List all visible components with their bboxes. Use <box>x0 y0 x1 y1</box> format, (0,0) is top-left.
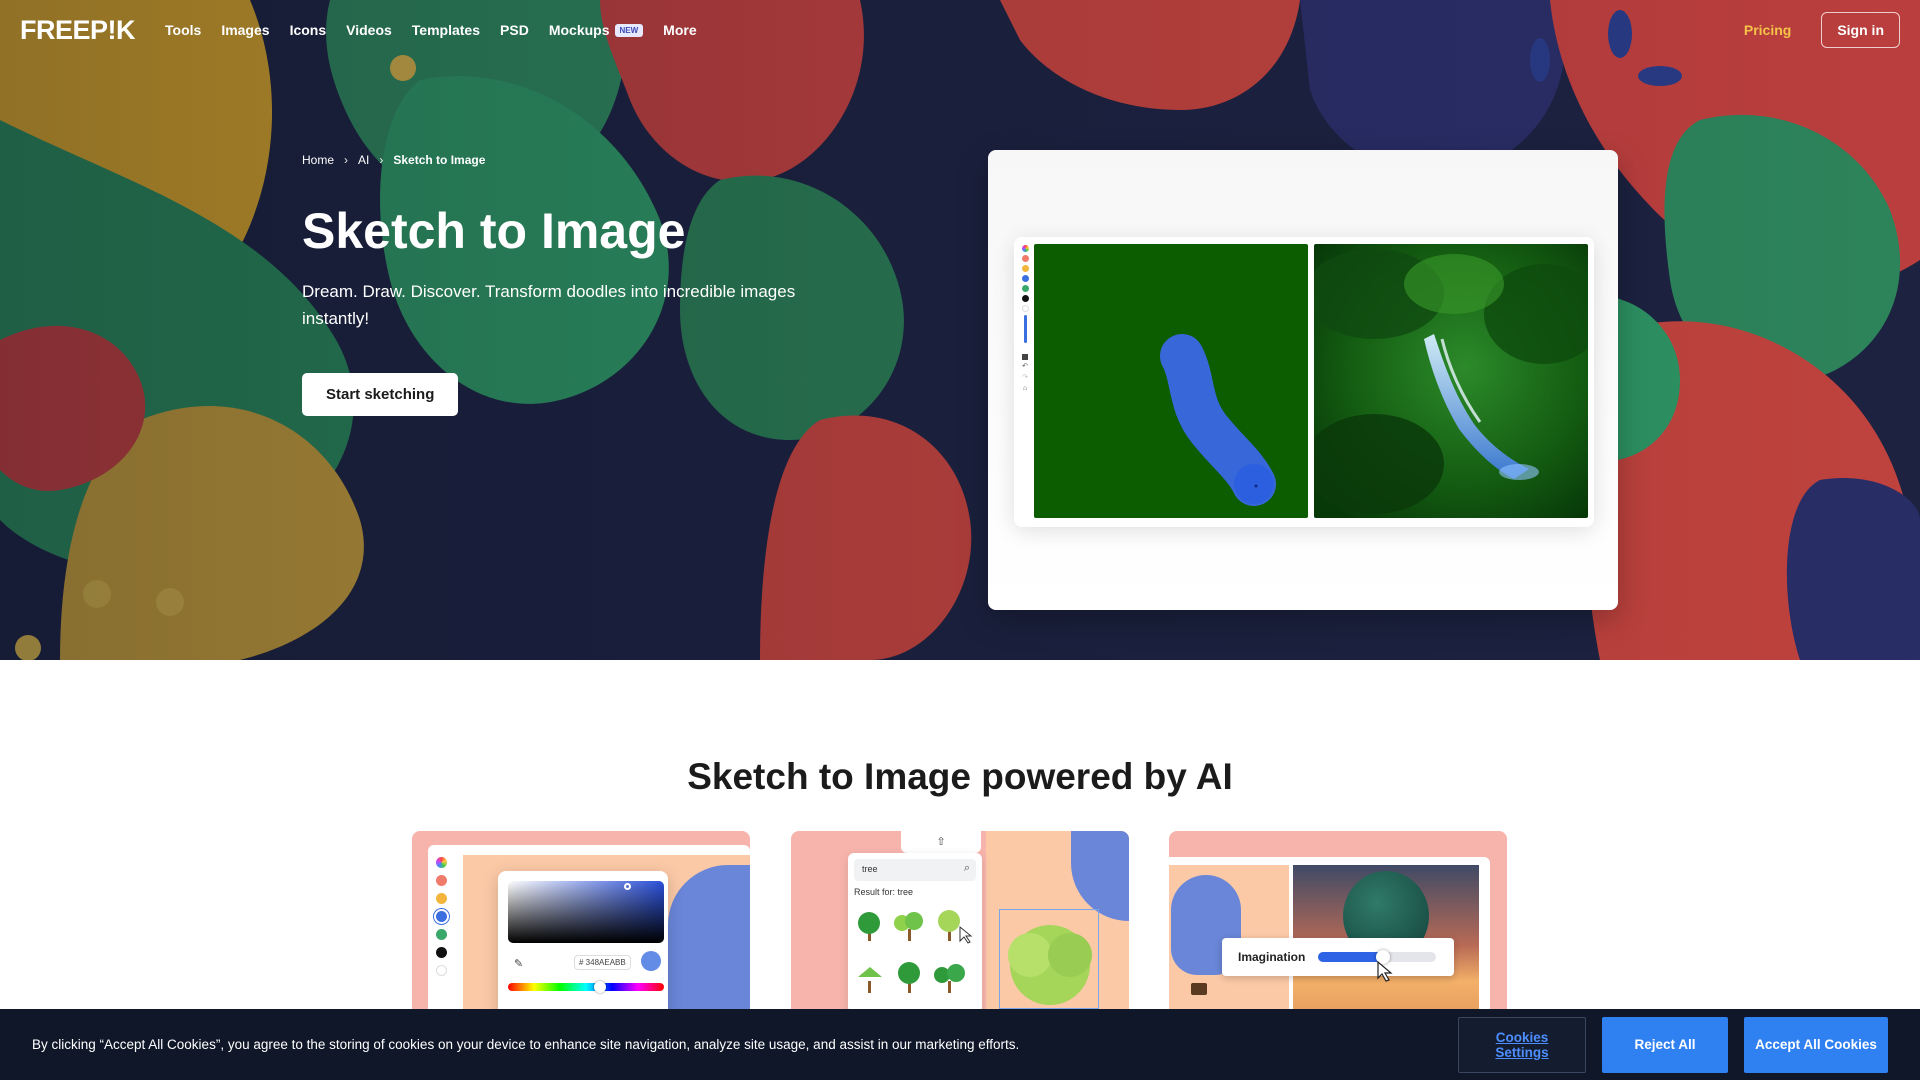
color-swatch[interactable] <box>436 875 447 886</box>
color-toolbar: ↶ ↷ ⌂ <box>1020 245 1030 435</box>
nav-link-tools[interactable]: Tools <box>165 22 201 38</box>
redo-icon[interactable]: ↷ <box>1022 374 1028 382</box>
nav-link-mockups[interactable]: Mockups NEW <box>548 22 644 38</box>
chevron-right-icon: › <box>379 153 384 167</box>
hero-section <box>0 0 1920 660</box>
search-result-label: Result for: tree <box>854 887 914 897</box>
breadcrumb-home[interactable]: Home <box>302 153 334 167</box>
hero-subtitle: Dream. Draw. Discover. Transform doodles… <box>302 282 796 328</box>
nav-link-images[interactable]: Images <box>221 22 269 38</box>
feature-card-search: ⇧ tree ⌕ Result for: tree <box>791 831 1129 1011</box>
color-swatch[interactable] <box>1021 305 1029 312</box>
nav-link-templates[interactable]: Templates <box>412 22 480 38</box>
color-swatch[interactable] <box>1021 285 1029 292</box>
chevron-right-icon: › <box>344 153 349 167</box>
cookies-settings-button[interactable]: Cookies Settings <box>1458 1016 1586 1073</box>
hex-input[interactable]: # 348AEABB <box>574 955 631 970</box>
page-title: Sketch to Image <box>302 203 686 259</box>
sketch-canvas[interactable] <box>1034 244 1308 518</box>
nav-link-more[interactable]: More <box>663 22 696 38</box>
card3-window <box>1169 857 1490 1011</box>
color-picker-popover: ✎ # 348AEABB <box>498 871 668 1011</box>
color-swatch[interactable] <box>436 965 447 976</box>
eraser-icon[interactable] <box>1022 354 1028 360</box>
imagination-slider-fill <box>1318 952 1383 962</box>
cookie-actions: Cookies Settings Reject All Accept All C… <box>1458 1016 1888 1073</box>
color-preview-swatch <box>641 951 661 971</box>
pricing-link[interactable]: Pricing <box>1744 22 1791 38</box>
color-wheel-icon[interactable] <box>1021 245 1029 252</box>
search-panel: tree ⌕ Result for: tree <box>848 853 982 1011</box>
breadcrumb: Home › AI › Sketch to Image <box>302 153 485 167</box>
upload-tab[interactable]: ⇧ <box>901 831 981 853</box>
cookie-consent-bar: By clicking “Accept All Cookies”, you ag… <box>0 1009 1920 1080</box>
tree-result[interactable] <box>858 967 882 993</box>
nav-link-psd[interactable]: PSD <box>500 22 529 38</box>
tree-result[interactable] <box>894 912 923 941</box>
reject-all-button[interactable]: Reject All <box>1602 1016 1728 1073</box>
color-gradient-handle[interactable] <box>624 883 631 890</box>
sketch-preview-canvas: ↶ ↷ ⌂ <box>1014 237 1594 527</box>
undo-icon[interactable]: ↶ <box>1022 363 1028 371</box>
imagination-control: Imagination <box>1222 938 1454 982</box>
card1-window: ✎ # 348AEABB <box>428 845 750 1011</box>
search-input-value: tree <box>862 864 878 874</box>
nav-links: Tools Images Icons Videos Templates PSD … <box>165 22 697 38</box>
hue-slider-handle[interactable] <box>594 981 606 993</box>
color-swatch[interactable] <box>436 893 447 904</box>
card1-color-toolbar <box>436 857 447 976</box>
brush-size-slider[interactable] <box>1023 315 1027 343</box>
nav-link-mockups-label: Mockups <box>548 22 610 38</box>
color-swatch[interactable] <box>1021 275 1029 282</box>
balloon-basket-sketch <box>1191 983 1207 995</box>
trash-icon[interactable]: ⌂ <box>1023 385 1027 393</box>
tree-illustration <box>1008 925 1092 1005</box>
color-swatch[interactable] <box>436 947 447 958</box>
nav-right: Pricing Sign in <box>1744 12 1900 48</box>
accept-all-cookies-button[interactable]: Accept All Cookies <box>1744 1016 1888 1073</box>
eyedropper-icon[interactable]: ✎ <box>514 957 523 970</box>
card1-blue-shape <box>668 865 750 1011</box>
sketch-preview-panel: ↶ ↷ ⌂ <box>988 150 1618 610</box>
color-swatch[interactable] <box>1021 255 1029 262</box>
breadcrumb-current: Sketch to Image <box>393 153 486 167</box>
search-input[interactable]: tree ⌕ <box>854 859 976 881</box>
nav-link-icons[interactable]: Icons <box>290 22 327 38</box>
search-icon[interactable]: ⌕ <box>964 862 970 875</box>
color-wheel-icon[interactable] <box>436 857 447 868</box>
color-swatch[interactable] <box>1021 265 1029 272</box>
hero-shade-overlay <box>0 0 1920 660</box>
freepik-logo[interactable]: FREEP!K <box>20 15 136 46</box>
feature-card-color-picker: ✎ # 348AEABB <box>412 831 750 1011</box>
tree-result[interactable] <box>898 962 920 993</box>
color-swatch[interactable] <box>436 911 447 922</box>
tree-result[interactable] <box>938 910 960 941</box>
upload-icon: ⇧ <box>936 836 946 848</box>
selected-tree-object[interactable] <box>999 909 1099 1009</box>
top-navigation: FREEP!K Tools Images Icons Videos Templa… <box>0 0 1920 60</box>
tree-result[interactable] <box>934 964 965 993</box>
color-swatch[interactable] <box>1021 295 1029 302</box>
blue-brush-stroke <box>1160 334 1276 506</box>
color-swatch[interactable] <box>436 929 447 940</box>
section-title: Sketch to Image powered by AI <box>687 756 1233 797</box>
start-sketching-button[interactable]: Start sketching <box>302 373 459 416</box>
cursor-icon <box>959 925 973 944</box>
hue-slider[interactable] <box>508 983 664 991</box>
nav-link-videos[interactable]: Videos <box>346 22 392 38</box>
new-badge: NEW <box>614 23 644 37</box>
generated-image-result <box>1314 244 1588 518</box>
cookie-consent-text: By clicking “Accept All Cookies”, you ag… <box>32 1037 1020 1052</box>
color-gradient-field[interactable] <box>508 881 664 943</box>
imagination-label: Imagination <box>1238 950 1306 964</box>
tree-results-grid <box>858 910 973 993</box>
waterfall-image <box>1314 244 1588 518</box>
sign-in-button[interactable]: Sign in <box>1821 12 1900 48</box>
tree-result[interactable] <box>858 912 880 941</box>
feature-card-imagination: Imagination <box>1169 831 1507 1011</box>
breadcrumb-ai[interactable]: AI <box>358 153 369 167</box>
cursor-icon <box>1377 960 1393 982</box>
